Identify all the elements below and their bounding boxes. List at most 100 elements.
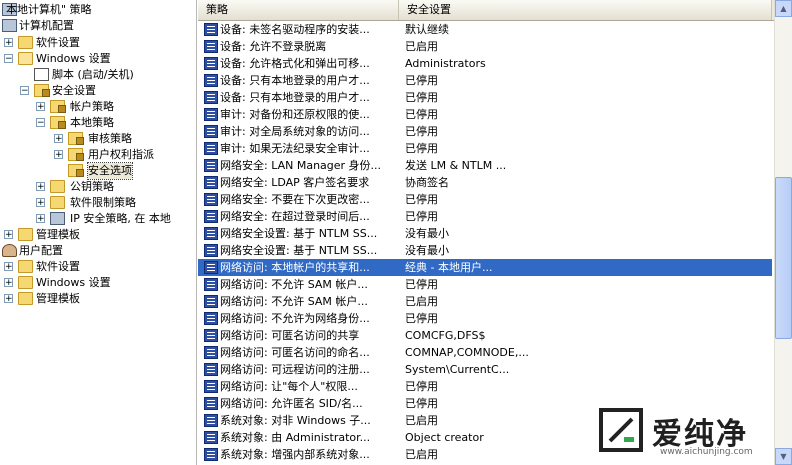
policy-item-icon bbox=[204, 142, 218, 155]
policy-setting: 默认继续 bbox=[405, 23, 449, 36]
policy-name: 网络安全设置: 基于 NTLM SS... bbox=[220, 244, 378, 257]
policy-item-icon bbox=[204, 210, 218, 223]
expand-plus-icon[interactable]: + bbox=[36, 182, 45, 192]
console-tree: 本地计算机" 策略 计算机配置 + 软件设置 − Windows 设置 脚本 (… bbox=[0, 0, 197, 465]
table-row[interactable]: 设备: 允许格式化和弹出可移... Administrators bbox=[198, 55, 772, 72]
table-row[interactable]: 审计: 如果无法纪录安全审计... 已停用 bbox=[198, 140, 772, 157]
policy-item-icon bbox=[204, 193, 218, 206]
table-row[interactable]: 网络访问: 不允许 SAM 帐户... 已启用 bbox=[198, 293, 772, 310]
policy-name: 网络安全设置: 基于 NTLM SS... bbox=[220, 227, 378, 240]
scroll-up-button[interactable]: ▲ bbox=[775, 0, 792, 17]
policy-name: 审计: 对备份和还原权限的使... bbox=[220, 108, 370, 121]
policy-name: 审计: 如果无法纪录安全审计... bbox=[220, 142, 370, 155]
tree-audit-policy-label: 审核策略 bbox=[88, 132, 132, 145]
expand-plus-icon[interactable]: + bbox=[4, 230, 13, 240]
security-folder-icon bbox=[68, 164, 84, 177]
table-row[interactable]: 网络访问: 可匿名访问的共享 COMCFG,DFS$ bbox=[198, 327, 772, 344]
table-row[interactable]: 网络安全设置: 基于 NTLM SS... 没有最小 bbox=[198, 242, 772, 259]
security-folder-icon bbox=[68, 148, 84, 161]
policy-name: 网络安全: 在超过登录时间后... bbox=[220, 210, 370, 223]
policy-name: 网络访问: 本地帐户的共享和... bbox=[220, 261, 370, 274]
table-row[interactable]: 网络访问: 不允许 SAM 帐户... 已停用 bbox=[198, 276, 772, 293]
policy-setting: 协商签名 bbox=[405, 176, 449, 189]
table-row[interactable]: 网络安全: 在超过登录时间后... 已停用 bbox=[198, 208, 772, 225]
folder-icon bbox=[50, 180, 65, 193]
table-row[interactable]: 网络访问: 可匿名访问的命名... COMNAP,COMNODE,... bbox=[198, 344, 772, 361]
table-row[interactable]: 网络安全: LDAP 客户签名要求 协商签名 bbox=[198, 174, 772, 191]
policy-item-icon bbox=[204, 159, 218, 172]
policy-setting: 已停用 bbox=[405, 74, 438, 87]
policy-name: 网络访问: 允许匿名 SID/名... bbox=[220, 397, 363, 410]
table-row[interactable]: 设备: 只有本地登录的用户才... 已停用 bbox=[198, 72, 772, 89]
policy-name: 网络安全: LAN Manager 身份... bbox=[220, 159, 382, 172]
policy-setting: 已停用 bbox=[405, 397, 438, 410]
expand-plus-icon[interactable]: + bbox=[4, 262, 13, 272]
expand-plus-icon[interactable]: + bbox=[4, 38, 13, 48]
policy-item-icon bbox=[204, 278, 218, 291]
table-row[interactable]: 审计: 对全局系统对象的访问... 已停用 bbox=[198, 123, 772, 140]
policy-name: 设备: 允许不登录脱离 bbox=[220, 40, 327, 53]
expand-plus-icon[interactable]: + bbox=[36, 214, 45, 224]
expand-plus-icon[interactable]: + bbox=[4, 278, 13, 288]
vertical-scrollbar[interactable]: ▲ ▼ bbox=[774, 0, 792, 465]
policy-setting: 已停用 bbox=[405, 380, 438, 393]
policy-item-icon bbox=[204, 448, 218, 461]
policy-setting: Object creator bbox=[405, 431, 484, 444]
table-row[interactable]: 网络访问: 让"每个人"权限... 已停用 bbox=[198, 378, 772, 395]
policy-setting: 已停用 bbox=[405, 91, 438, 104]
table-row[interactable]: 网络访问: 本地帐户的共享和... 经典 - 本地用户... bbox=[198, 259, 772, 276]
expand-plus-icon[interactable]: + bbox=[54, 134, 63, 144]
policy-item-icon bbox=[204, 363, 218, 376]
tree-scripts-label: 脚本 (启动/关机) bbox=[52, 68, 134, 81]
policy-setting: COMNAP,COMNODE,... bbox=[405, 346, 529, 359]
tree-user-windows-settings-label: Windows 设置 bbox=[36, 276, 111, 289]
policy-name: 网络访问: 可匿名访问的命名... bbox=[220, 346, 370, 359]
policy-name: 网络访问: 让"每个人"权限... bbox=[220, 380, 358, 393]
policy-setting: 经典 - 本地用户... bbox=[405, 261, 493, 274]
policy-name: 网络访问: 可匿名访问的共享 bbox=[220, 329, 360, 342]
column-header-policy[interactable]: 策略 bbox=[198, 0, 399, 20]
table-row[interactable]: 设备: 只有本地登录的用户才... 已停用 bbox=[198, 89, 772, 106]
policy-item-icon bbox=[204, 244, 218, 257]
policy-name: 系统对象: 由 Administrator... bbox=[220, 431, 371, 444]
policy-item-icon bbox=[204, 414, 218, 427]
watermark-logo-icon bbox=[599, 408, 643, 452]
collapse-minus-icon[interactable]: − bbox=[20, 86, 29, 96]
table-row[interactable]: 设备: 未签名驱动程序的安装... 默认继续 bbox=[198, 21, 772, 38]
policy-setting: 已停用 bbox=[405, 278, 438, 291]
collapse-minus-icon[interactable]: − bbox=[4, 54, 13, 64]
table-row[interactable]: 网络访问: 可远程访问的注册... System\CurrentC... bbox=[198, 361, 772, 378]
scroll-thumb[interactable] bbox=[775, 177, 792, 339]
tree-root-label: 本地计算机" 策略 bbox=[6, 3, 92, 16]
policy-name: 网络安全: 不要在下次更改密... bbox=[220, 193, 370, 206]
expand-plus-icon[interactable]: + bbox=[54, 150, 63, 160]
table-row[interactable]: 网络安全: 不要在下次更改密... 已停用 bbox=[198, 191, 772, 208]
table-row[interactable]: 审计: 对备份和还原权限的使... 已停用 bbox=[198, 106, 772, 123]
table-row[interactable]: 网络安全: LAN Manager 身份... 发送 LM & NTLM ... bbox=[198, 157, 772, 174]
policy-item-icon bbox=[204, 295, 218, 308]
expand-plus-icon[interactable]: + bbox=[36, 198, 45, 208]
expand-plus-icon[interactable]: + bbox=[36, 102, 45, 112]
tree-ip-security-label: IP 安全策略, 在 本地 bbox=[70, 212, 171, 225]
policy-setting: 已停用 bbox=[405, 142, 438, 155]
security-folder-icon bbox=[50, 100, 66, 113]
expand-plus-icon[interactable]: + bbox=[4, 294, 13, 304]
policy-setting: 已启用 bbox=[405, 40, 438, 53]
collapse-minus-icon[interactable]: − bbox=[36, 118, 45, 128]
script-icon bbox=[34, 68, 49, 81]
policy-list: 策略 安全设置 设备: 未签名驱动程序的安装... 默认继续 设备: 允许不登录脱离… bbox=[198, 0, 792, 465]
policy-setting: 已启用 bbox=[405, 295, 438, 308]
tree-software-settings-label: 软件设置 bbox=[36, 36, 80, 49]
tree-admin-templates-label: 管理模板 bbox=[36, 228, 80, 241]
policy-item-icon bbox=[204, 312, 218, 325]
policy-name: 系统对象: 对非 Windows 子... bbox=[220, 414, 371, 427]
policy-item-icon bbox=[204, 125, 218, 138]
table-row[interactable]: 网络访问: 不允许为网络身份... 已停用 bbox=[198, 310, 772, 327]
column-header-setting[interactable]: 安全设置 bbox=[399, 0, 772, 20]
folder-icon bbox=[18, 36, 33, 49]
table-row[interactable]: 设备: 允许不登录脱离 已启用 bbox=[198, 38, 772, 55]
table-row[interactable]: 网络安全设置: 基于 NTLM SS... 没有最小 bbox=[198, 225, 772, 242]
policy-name: 设备: 允许格式化和弹出可移... bbox=[220, 57, 370, 70]
policy-item-icon bbox=[204, 329, 218, 342]
policy-setting: 没有最小 bbox=[405, 244, 449, 257]
